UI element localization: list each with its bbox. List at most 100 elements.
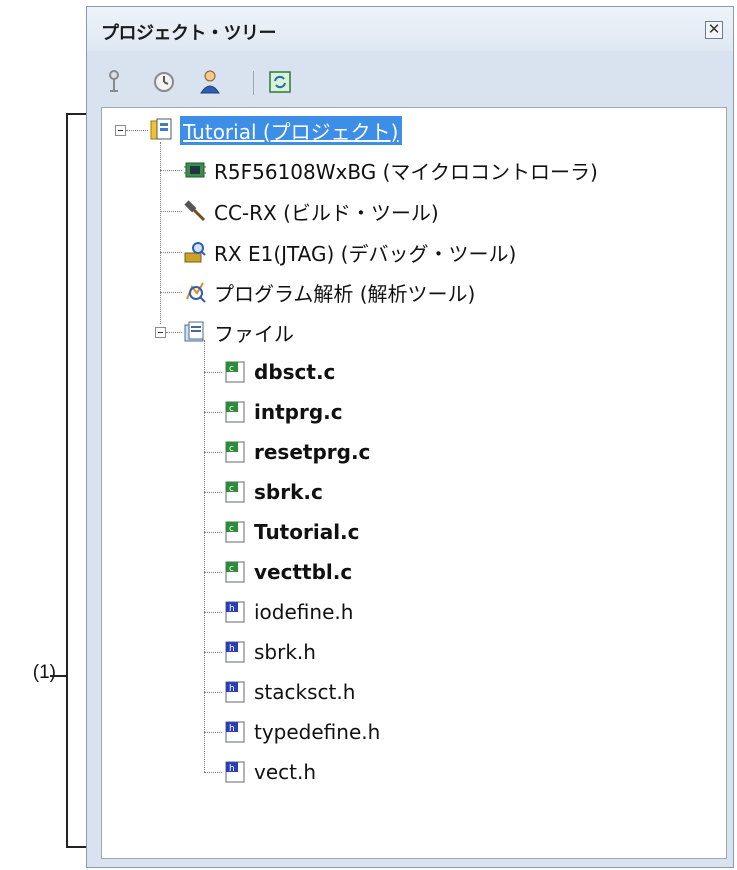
tree-node-analysis[interactable]: プログラム解析 (解析ツール) (182, 274, 475, 310)
tree-line (166, 332, 182, 333)
project-collapse-toggle[interactable] (115, 125, 126, 136)
debug-tool-icon (184, 242, 206, 263)
tree-node-label: iodefine.h (254, 600, 354, 624)
history-button[interactable] (149, 67, 179, 97)
h-file-icon: h (225, 721, 245, 743)
tree-node-label: intprg.c (254, 400, 343, 424)
files-collapse-toggle[interactable] (155, 327, 166, 338)
person-icon (200, 70, 220, 94)
tree-line (160, 170, 182, 171)
c-file-icon: c (225, 481, 245, 503)
panel-titlebar: プロジェクト・ツリー ✕ (87, 7, 733, 51)
c-file-icon: c (225, 361, 245, 383)
tree-node-microcontroller[interactable]: R5F56108WxBG (マイクロコントローラ) (182, 152, 598, 188)
c-file-icon: c (225, 441, 245, 463)
tree-node-file[interactable]: c sbrk.c (222, 474, 323, 510)
tree-node-file[interactable]: c dbsct.c (222, 354, 335, 390)
tree-node-label: プログラム解析 (解析ツール) (214, 281, 476, 306)
tree-node-label: stacksct.h (254, 680, 356, 704)
tree-node-label: vect.h (254, 760, 317, 784)
svg-text:c: c (229, 484, 234, 494)
tree-line (204, 532, 222, 533)
tree-node-file[interactable]: h stacksct.h (222, 674, 355, 710)
svg-text:c: c (229, 404, 234, 414)
svg-text:c: c (229, 564, 234, 574)
tree-node-file[interactable]: h typedefine.h (222, 714, 380, 750)
svg-text:h: h (229, 644, 235, 654)
c-file-icon: c (225, 401, 245, 423)
tree-node-file[interactable]: c Tutorial.c (222, 514, 360, 550)
project-tree-view[interactable]: Tutorial (プロジェクト) R5F56108WxBG (マイクロコントロ… (101, 107, 727, 859)
panel-toolbar (99, 67, 723, 101)
panel-title: プロジェクト・ツリー (101, 23, 277, 44)
tree-node-file[interactable]: c intprg.c (222, 394, 343, 430)
tree-node-file[interactable]: h vect.h (222, 754, 316, 790)
pin-button[interactable] (99, 67, 129, 97)
tree-line (204, 492, 222, 493)
clock-icon (154, 72, 174, 92)
tree-line (204, 372, 222, 373)
tree-line (204, 652, 222, 653)
microcontroller-icon (184, 162, 206, 178)
callout-bracket-top (66, 113, 86, 115)
h-file-icon: h (225, 641, 245, 663)
tree-line (204, 692, 222, 693)
tree-line (204, 612, 222, 613)
toolbar-separator (253, 71, 254, 95)
tree-node-label: resetprg.c (254, 440, 371, 464)
tree-node-label: Tutorial.c (254, 520, 360, 544)
tree-line (204, 340, 205, 772)
tree-line (160, 252, 182, 253)
tree-node-label: sbrk.h (254, 640, 316, 664)
tree-node-files-folder[interactable]: ファイル (182, 314, 294, 350)
tree-node-label: vecttbl.c (254, 560, 353, 584)
tree-node-label: typedefine.h (254, 720, 381, 744)
close-button[interactable]: ✕ (705, 21, 723, 39)
pin-icon (109, 70, 119, 92)
tree-node-file[interactable]: c resetprg.c (222, 434, 370, 470)
tree-line (126, 130, 148, 131)
hammer-icon (184, 200, 206, 222)
tree-node-label: RX E1(JTAG) (デバッグ・ツール) (214, 241, 517, 266)
tree-node-file[interactable]: c vecttbl.c (222, 554, 352, 590)
refresh-button[interactable] (265, 67, 295, 97)
tree-node-debug-tool[interactable]: RX E1(JTAG) (デバッグ・ツール) (182, 234, 516, 270)
tree-node-label: Tutorial (プロジェクト) (180, 115, 402, 145)
h-file-icon: h (225, 761, 245, 783)
tree-node-label: dbsct.c (254, 360, 336, 384)
h-file-icon: h (225, 601, 245, 623)
callout-bracket-vertical (66, 113, 68, 848)
callout-leader (50, 675, 66, 677)
svg-text:c: c (229, 444, 234, 454)
tree-line (204, 452, 222, 453)
user-button[interactable] (195, 67, 225, 97)
tree-line (160, 211, 182, 212)
tree-node-label: R5F56108WxBG (マイクロコントローラ) (214, 159, 598, 184)
svg-text:h: h (229, 724, 235, 734)
tree-node-project[interactable]: Tutorial (プロジェクト) (148, 112, 402, 148)
tree-line (204, 732, 222, 733)
project-icon (150, 118, 172, 140)
tree-line (204, 572, 222, 573)
close-icon: ✕ (707, 20, 721, 38)
tree-line (204, 412, 222, 413)
tree-line (160, 292, 182, 293)
tree-node-label: CC-RX (ビルド・ツール) (214, 200, 439, 225)
tree-node-label: sbrk.c (254, 480, 323, 504)
svg-text:h: h (229, 604, 235, 614)
tree-node-file[interactable]: h iodefine.h (222, 594, 353, 630)
svg-text:c: c (229, 524, 234, 534)
svg-text:h: h (229, 684, 235, 694)
svg-text:h: h (229, 764, 235, 774)
c-file-icon: c (225, 521, 245, 543)
tree-node-build-tool[interactable]: CC-RX (ビルド・ツール) (182, 193, 439, 229)
tree-node-label: ファイル (214, 321, 294, 346)
folder-icon (184, 321, 204, 342)
tree-node-file[interactable]: h sbrk.h (222, 634, 316, 670)
project-tree-panel: プロジェクト・ツリー ✕ Tutorial (プロジェクト) R5F56108W… (86, 6, 734, 868)
refresh-icon (269, 71, 291, 93)
callout-label: (1) (32, 662, 56, 683)
callout-bracket-bottom (66, 846, 86, 848)
h-file-icon: h (225, 681, 245, 703)
tree-line (204, 772, 222, 773)
